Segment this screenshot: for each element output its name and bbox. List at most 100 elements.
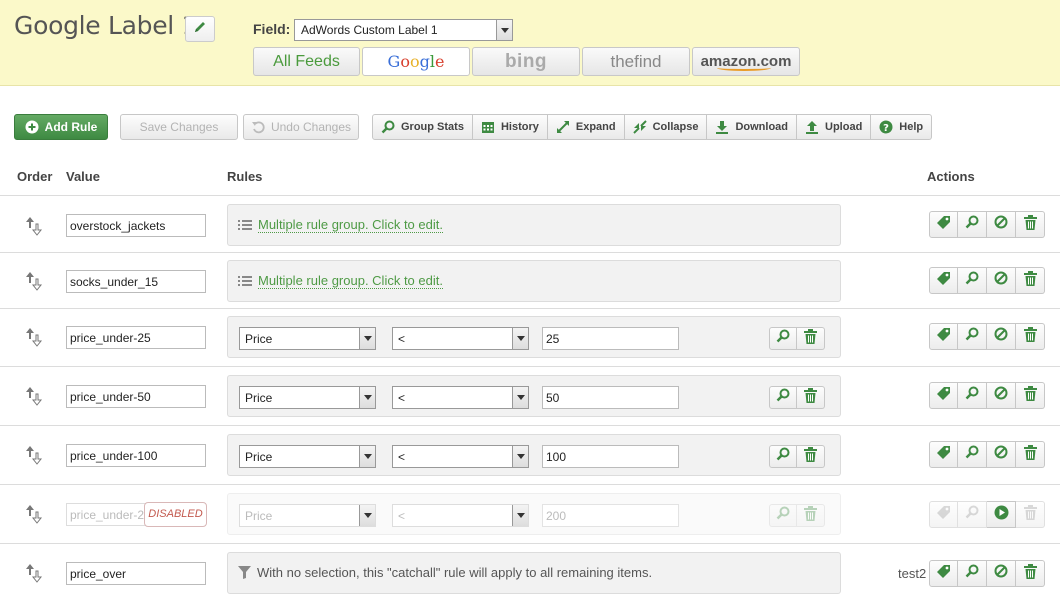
table-row: overstock_jackets Multiple rule group. C…: [0, 196, 1060, 252]
rule-operator-select[interactable]: <: [392, 327, 529, 350]
disable-button[interactable]: [987, 211, 1016, 238]
enable-button[interactable]: [987, 501, 1016, 528]
rule-search-button[interactable]: [769, 327, 797, 350]
rule-delete-button[interactable]: [797, 445, 825, 468]
rule-value-input[interactable]: socks_under_15: [66, 270, 206, 293]
search-icon: [776, 329, 790, 348]
rule-amount-input[interactable]: 50: [542, 386, 679, 409]
tag-button[interactable]: [929, 382, 958, 409]
trash-icon: [1023, 504, 1037, 525]
tab-all-feeds[interactable]: All Feeds: [253, 47, 360, 76]
trash-icon: [1023, 563, 1037, 584]
search-button[interactable]: [958, 211, 987, 238]
disable-button[interactable]: [987, 441, 1016, 468]
trash-icon: [1023, 214, 1037, 235]
rule-field-select[interactable]: Price: [239, 386, 376, 409]
undo-changes-button[interactable]: Undo Changes: [243, 114, 359, 140]
pencil-icon: [193, 20, 207, 39]
reorder-arrows-icon[interactable]: [25, 216, 43, 236]
rule-delete-button[interactable]: [797, 504, 825, 527]
tab-thefind[interactable]: thefind: [582, 47, 690, 76]
tab-google[interactable]: Google: [362, 47, 470, 76]
edit-title-button[interactable]: [185, 16, 215, 42]
history-button[interactable]: History: [472, 114, 548, 140]
rule-search-button[interactable]: [769, 445, 797, 468]
tab-bing[interactable]: bing: [472, 47, 580, 76]
rule-value-input[interactable]: price_over: [66, 562, 206, 585]
rule-group-box[interactable]: Multiple rule group. Click to edit.: [227, 260, 841, 302]
rule-amount-input[interactable]: 200: [542, 504, 679, 527]
delete-button[interactable]: [1016, 267, 1045, 294]
search-button[interactable]: [958, 382, 987, 409]
table-row: price_over With no selection, this "catc…: [0, 544, 1060, 599]
reorder-arrows-icon[interactable]: [25, 327, 43, 347]
rule-field-select[interactable]: Price: [239, 504, 376, 527]
amazon-smile-icon: [717, 65, 771, 71]
chevron-down-icon: [512, 387, 528, 408]
trash-icon: [804, 505, 817, 526]
reorder-arrows-icon[interactable]: [25, 386, 43, 406]
delete-button[interactable]: [1016, 441, 1045, 468]
rule-operator-select[interactable]: <: [392, 504, 529, 527]
expand-button[interactable]: Expand: [547, 114, 625, 140]
rule-operator-select[interactable]: <: [392, 386, 529, 409]
multiple-rule-group-link[interactable]: Multiple rule group. Click to edit.: [238, 217, 443, 233]
disable-button[interactable]: [987, 560, 1016, 587]
search-button[interactable]: [958, 323, 987, 350]
disable-button[interactable]: [987, 382, 1016, 409]
rule-field-select[interactable]: Price: [239, 445, 376, 468]
collapse-button[interactable]: Collapse: [624, 114, 708, 140]
reorder-arrows-icon[interactable]: [25, 445, 43, 465]
help-button[interactable]: ? Help: [871, 114, 933, 140]
reorder-arrows-icon[interactable]: [25, 563, 43, 583]
tag-button[interactable]: [929, 501, 958, 528]
rule-search-button[interactable]: [769, 504, 797, 527]
rule-value-input[interactable]: price_under-100: [66, 444, 206, 467]
download-button[interactable]: Download: [707, 114, 798, 140]
disable-button[interactable]: [987, 323, 1016, 350]
rule-field-select[interactable]: Price: [239, 327, 376, 350]
tag-button[interactable]: [929, 560, 958, 587]
tag-button[interactable]: [929, 267, 958, 294]
trash-icon: [1023, 385, 1037, 406]
rule-search-button[interactable]: [769, 386, 797, 409]
tag-button[interactable]: [929, 211, 958, 238]
upload-button[interactable]: Upload: [797, 114, 872, 140]
rule-value-input[interactable]: price_under-50: [66, 385, 206, 408]
delete-button[interactable]: [1016, 382, 1045, 409]
reorder-arrows-icon[interactable]: [25, 271, 43, 291]
rule-amount-input[interactable]: 25: [542, 327, 679, 350]
row-actions: [929, 441, 1045, 468]
add-rule-button[interactable]: Add Rule: [14, 114, 108, 140]
save-changes-button[interactable]: Save Changes: [120, 114, 238, 140]
rule-amount-input[interactable]: 100: [542, 445, 679, 468]
rule-delete-button[interactable]: [797, 327, 825, 350]
rule-delete-button[interactable]: [797, 386, 825, 409]
search-button[interactable]: [958, 267, 987, 294]
group-stats-button[interactable]: Group Stats: [372, 114, 473, 140]
search-button[interactable]: [958, 560, 987, 587]
delete-button[interactable]: [1016, 501, 1045, 528]
search-button[interactable]: [958, 501, 987, 528]
field-select[interactable]: AdWords Custom Label 1: [294, 19, 513, 41]
rule-operator-select[interactable]: <: [392, 445, 529, 468]
google-logo: Google: [387, 52, 445, 71]
tab-amazon[interactable]: amazon.com: [692, 47, 800, 76]
tag-button[interactable]: [929, 441, 958, 468]
tab-all-feeds-label: All Feeds: [273, 52, 340, 70]
group-link-text: Multiple rule group. Click to edit.: [258, 217, 443, 233]
tag-button[interactable]: [929, 323, 958, 350]
disable-button[interactable]: [987, 267, 1016, 294]
delete-button[interactable]: [1016, 560, 1045, 587]
rule-group-box[interactable]: Multiple rule group. Click to edit.: [227, 204, 841, 246]
delete-button[interactable]: [1016, 323, 1045, 350]
reorder-arrows-icon[interactable]: [25, 504, 43, 524]
disable-icon: [994, 215, 1008, 234]
multiple-rule-group-link[interactable]: Multiple rule group. Click to edit.: [238, 273, 443, 289]
catchall-message: With no selection, this "catchall" rule …: [238, 565, 652, 580]
rule-value-input[interactable]: price_under-25: [66, 326, 206, 349]
rule-value-input[interactable]: overstock_jackets: [66, 214, 206, 237]
delete-button[interactable]: [1016, 211, 1045, 238]
search-button[interactable]: [958, 441, 987, 468]
field-select-value: AdWords Custom Label 1: [301, 23, 438, 37]
